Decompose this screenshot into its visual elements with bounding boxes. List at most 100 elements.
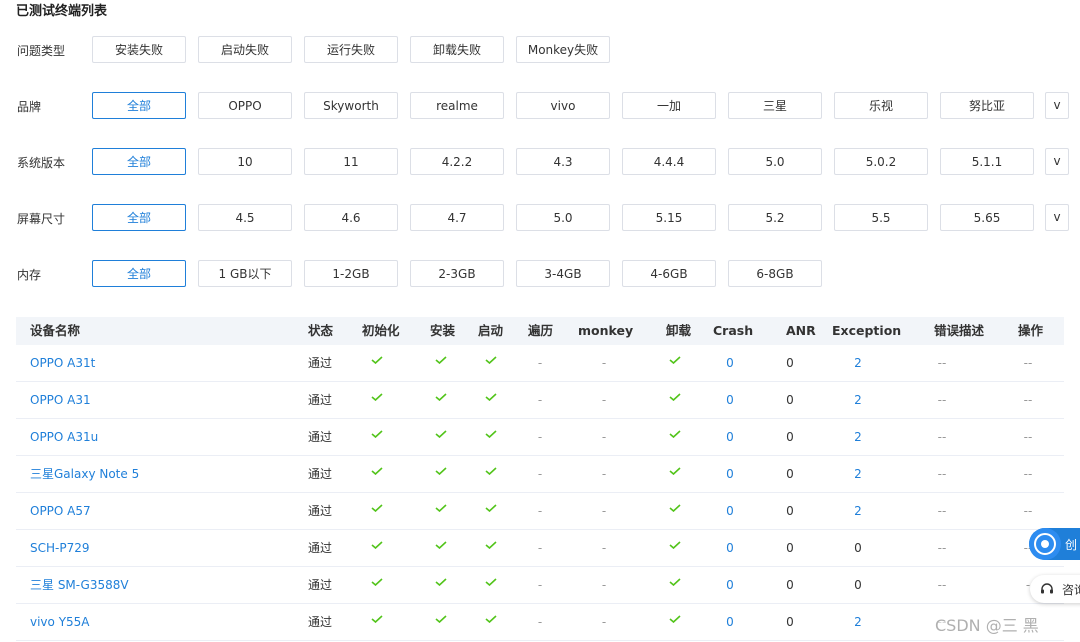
filter-chip-screen-size[interactable]: 5.2 (728, 204, 822, 231)
table-row: OPPO A31t 通过 - -0 0 2 -- -- (16, 345, 1064, 382)
filter-chip-brand[interactable]: OPPO (198, 92, 292, 119)
cell-crash[interactable]: 0 (726, 530, 734, 567)
cell-anr: 0 (786, 430, 794, 444)
column-header-monkey: monkey (578, 323, 634, 338)
filter-chip-screen-size[interactable]: 4.5 (198, 204, 292, 231)
filter-label-problem-type: 问题类型 (17, 44, 66, 58)
filter-chip-os-version[interactable]: 5.0.2 (834, 148, 928, 175)
filter-chip-screen-size[interactable]: 全部 (92, 204, 186, 231)
check-icon (435, 541, 447, 549)
filter-chip-os-version[interactable]: 10 (198, 148, 292, 175)
filter-chip-os-version[interactable]: 全部 (92, 148, 186, 175)
filter-chip-os-version[interactable]: 4.4.4 (622, 148, 716, 175)
filter-chip-os-version[interactable]: 5.1.1 (940, 148, 1034, 175)
gear-icon (1029, 528, 1061, 560)
filter-chip-screen-size[interactable]: 4.6 (304, 204, 398, 231)
filter-chip-screen-size[interactable]: 5.5 (834, 204, 928, 231)
help-float-button[interactable]: 咨询 (1030, 575, 1080, 603)
filter-chip-memory[interactable]: 2-3GB (410, 260, 504, 287)
table-row: 三星Galaxy Note 5 通过 - -0 0 2 -- -- (16, 456, 1064, 493)
cell-name[interactable]: OPPO A57 (30, 493, 91, 530)
create-float-button[interactable]: 创 (1029, 528, 1080, 560)
cell-name[interactable]: 三星Galaxy Note 5 (30, 456, 139, 493)
filter-chip-os-version[interactable]: 11 (304, 148, 398, 175)
cell-action: -- (1023, 467, 1033, 481)
cell-crash[interactable]: 0 (726, 567, 734, 604)
filter-chip-screen-size[interactable]: 5.0 (516, 204, 610, 231)
cell-name[interactable]: vivo Y55A (30, 604, 90, 641)
cell-name[interactable]: OPPO A31t (30, 345, 95, 382)
device-table: 设备名称 状态 初始化 安装 启动 遍历 monkey 卸载 Crash ANR Exception… (16, 317, 1064, 642)
filter-chip-memory[interactable]: 3-4GB (516, 260, 610, 287)
cell-action: -- (1023, 430, 1033, 444)
cell-exception[interactable]: 2 (854, 493, 862, 530)
column-header-crash: Crash (713, 323, 754, 338)
check-icon (669, 504, 681, 512)
filter-chip-memory[interactable]: 全部 (92, 260, 186, 287)
filter-chip-memory[interactable]: 1-2GB (304, 260, 398, 287)
cell-exception[interactable]: 2 (854, 345, 862, 382)
filter-chip-problem-type[interactable]: 启动失败 (198, 36, 292, 63)
table-row: vivo Y55A通过--002--- (16, 604, 1064, 641)
help-label: 咨询 (1062, 583, 1080, 597)
cell-name[interactable]: OPPO A31u (30, 419, 98, 456)
check-icon (669, 615, 681, 623)
cell-name[interactable]: 三星 SM-G3588V (30, 567, 129, 604)
page-title: 已测试终端列表 (16, 4, 108, 19)
cell-traverse: - (537, 615, 543, 629)
cell-exception[interactable]: 2 (854, 604, 862, 641)
filter-chip-screen-size[interactable]: 4.7 (410, 204, 504, 231)
filter-chip-os-version[interactable]: 4.3 (516, 148, 610, 175)
cell-crash[interactable]: 0 (726, 345, 734, 382)
filter-chip-os-version[interactable]: 4.2.2 (410, 148, 504, 175)
cell-status: 通过 (308, 393, 333, 407)
filter-chip-os-version[interactable]: 5.0 (728, 148, 822, 175)
cell-error: -- (937, 541, 947, 555)
cell-name[interactable]: OPPO A31 (30, 382, 91, 419)
filter-chip-brand[interactable]: vivo (516, 92, 610, 119)
check-icon (669, 541, 681, 549)
filter-chip-brand[interactable]: 三星 (728, 92, 822, 119)
cell-monkey: - (601, 393, 607, 407)
check-icon (669, 356, 681, 364)
filter-chip-screen-size[interactable]: 5.65 (940, 204, 1034, 231)
cell-name[interactable]: SCH-P729 (30, 530, 90, 567)
column-header-exception: Exception (832, 323, 902, 338)
filter-chip-memory[interactable]: 1 GB以下 (198, 260, 292, 287)
filter-chip-memory[interactable]: 6-8GB (728, 260, 822, 287)
filter-chip-brand[interactable]: 一加 (622, 92, 716, 119)
chevron-down-icon[interactable]: v (1045, 204, 1069, 231)
filter-chip-brand[interactable]: realme (410, 92, 504, 119)
chevron-down-icon[interactable]: v (1045, 92, 1069, 119)
column-header-launch: 启动 (478, 323, 504, 338)
cell-action: -- (1023, 356, 1033, 370)
cell-traverse: - (537, 356, 543, 370)
filter-chip-memory[interactable]: 4-6GB (622, 260, 716, 287)
chevron-down-icon[interactable]: v (1045, 148, 1069, 175)
cell-crash[interactable]: 0 (726, 604, 734, 641)
cell-crash[interactable]: 0 (726, 493, 734, 530)
cell-exception[interactable]: 2 (854, 419, 862, 456)
filter-chip-brand[interactable]: 全部 (92, 92, 186, 119)
cell-crash[interactable]: 0 (726, 419, 734, 456)
check-icon (371, 356, 383, 364)
check-icon (371, 504, 383, 512)
filter-chip-brand[interactable]: Skyworth (304, 92, 398, 119)
cell-crash[interactable]: 0 (726, 456, 734, 493)
filter-chip-problem-type[interactable]: Monkey失败 (516, 36, 610, 63)
cell-exception[interactable]: 2 (854, 382, 862, 419)
filter-chip-problem-type[interactable]: 运行失败 (304, 36, 398, 63)
cell-status: 通过 (308, 504, 333, 518)
cell-status: 通过 (308, 356, 333, 370)
filter-chip-screen-size[interactable]: 5.15 (622, 204, 716, 231)
cell-exception[interactable]: 2 (854, 456, 862, 493)
filter-chip-brand[interactable]: 乐视 (834, 92, 928, 119)
filter-chip-problem-type[interactable]: 安装失败 (92, 36, 186, 63)
cell-traverse: - (537, 578, 543, 592)
cell-status: 通过 (308, 578, 333, 592)
filter-chip-brand[interactable]: 努比亚 (940, 92, 1034, 119)
cell-monkey: - (601, 541, 607, 555)
filter-chip-problem-type[interactable]: 卸载失败 (410, 36, 504, 63)
cell-crash[interactable]: 0 (726, 382, 734, 419)
check-icon (485, 578, 497, 586)
